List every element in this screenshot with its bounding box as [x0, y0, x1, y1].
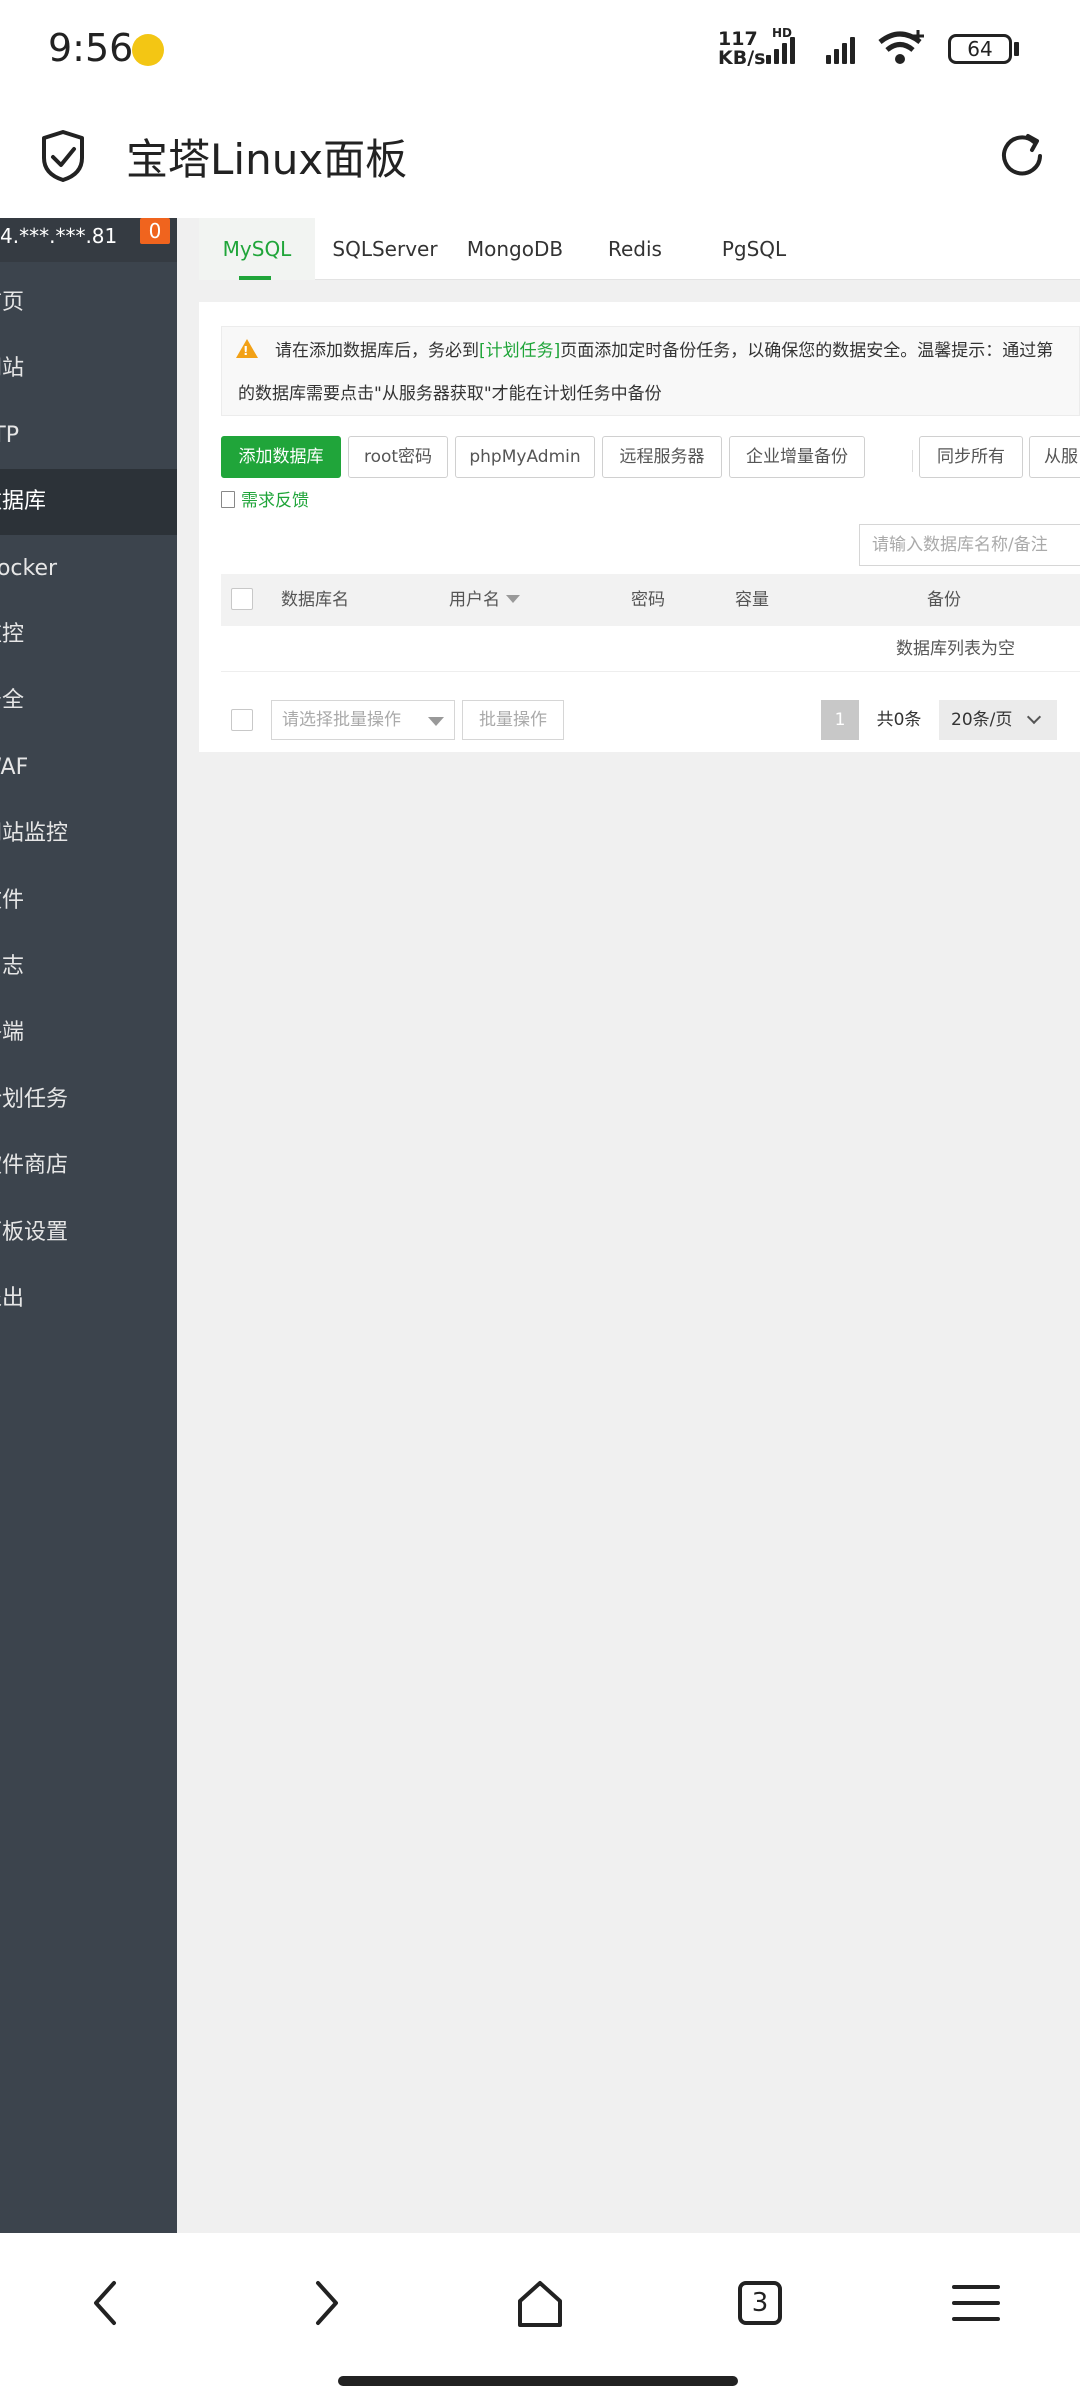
server-ip: 4.***.***.81: [0, 224, 118, 248]
network-type-label: HD: [772, 26, 793, 40]
edit-icon: [221, 491, 235, 508]
chevron-down-icon: [1026, 709, 1042, 725]
enterprise-backup-button[interactable]: 企业增量备份: [729, 436, 865, 478]
select-all-checkbox[interactable]: [231, 588, 253, 610]
sidebar-item-11[interactable]: 终端: [0, 1000, 177, 1066]
status-bar: 9:56 117 KB/s HD 64: [0, 0, 1080, 100]
sidebar-item-5[interactable]: 监控: [0, 602, 177, 668]
sidebar-item-13[interactable]: 软件商店: [0, 1133, 177, 1199]
table-empty-row: 数据库列表为空: [221, 626, 1080, 672]
column-capacity: 容量: [735, 590, 769, 610]
network-speed: 117 KB/s: [718, 30, 765, 68]
sidebar-item-0[interactable]: 首页: [0, 270, 177, 336]
sidebar-item-3[interactable]: 数据库: [0, 469, 177, 535]
tab-mongodb[interactable]: MongoDB: [453, 218, 577, 280]
column-username-label: 用户名: [449, 590, 500, 610]
main-content: MySQL SQLServer MongoDB Redis PgSQL ! 请在…: [177, 218, 1080, 2233]
batch-select-checkbox[interactable]: [231, 709, 253, 731]
net-speed-unit: KB/s: [718, 47, 766, 69]
batch-operation-select[interactable]: 请选择批量操作: [271, 700, 455, 740]
notice-line-2: 的数据库需要点击"从服务器获取"才能在计划任务中备份: [238, 384, 662, 404]
column-db-name: 数据库名: [281, 590, 349, 610]
notice-text-b: 页面添加定时备份任务，以确保您的数据安全。温馨提示：通过第: [560, 341, 1054, 361]
home-indicator[interactable]: [338, 2376, 738, 2386]
sidebar-item-8[interactable]: 网站监控: [0, 801, 177, 867]
tab-pgsql[interactable]: PgSQL: [699, 218, 809, 280]
feedback-link[interactable]: 需求反馈: [221, 486, 309, 511]
notification-badge[interactable]: 0: [140, 218, 170, 244]
toolbar-divider: [912, 450, 913, 472]
remote-server-button[interactable]: 远程服务器: [602, 436, 722, 478]
database-search-input[interactable]: 请输入数据库名称/备注: [859, 524, 1080, 566]
back-icon[interactable]: [68, 2263, 148, 2343]
notice-text-a: 请在添加数据库后，务必到: [275, 341, 479, 361]
column-username[interactable]: 用户名: [449, 574, 520, 626]
tabs-button[interactable]: 3: [720, 2263, 800, 2343]
forward-icon[interactable]: [284, 2263, 364, 2343]
total-count: 共0条: [859, 700, 939, 740]
sync-all-button[interactable]: 同步所有: [919, 436, 1023, 478]
get-from-server-button[interactable]: 从服: [1029, 436, 1080, 478]
server-info: 4.***.***.81 0: [0, 218, 177, 262]
column-backup: 备份: [927, 590, 961, 610]
phpmyadmin-button[interactable]: phpMyAdmin: [455, 436, 595, 478]
wifi-icon: [878, 30, 924, 64]
add-database-button[interactable]: 添加数据库: [221, 436, 341, 478]
empty-message: 数据库列表为空: [896, 639, 1015, 659]
battery-tip: [1014, 42, 1019, 56]
cron-task-link[interactable]: [计划任务]: [479, 341, 560, 361]
notification-emoji-icon: [132, 34, 164, 66]
sidebar-item-15[interactable]: 退出: [0, 1266, 177, 1332]
sidebar-item-1[interactable]: 网站: [0, 336, 177, 402]
tab-sqlserver[interactable]: SQLServer: [323, 218, 447, 280]
page-number-current[interactable]: 1: [821, 700, 859, 740]
sort-down-icon[interactable]: [506, 595, 520, 603]
status-time: 9:56: [48, 26, 134, 70]
battery-icon: 64: [948, 34, 1012, 64]
warning-mark: !: [243, 344, 249, 358]
sidebar-item-9[interactable]: 文件: [0, 868, 177, 934]
sidebar-item-4[interactable]: Docker: [0, 536, 177, 602]
sidebar-item-7[interactable]: WAF: [0, 735, 177, 801]
column-password: 密码: [631, 590, 665, 610]
menu-icon[interactable]: [936, 2263, 1016, 2343]
tab-mysql[interactable]: MySQL: [199, 218, 315, 280]
database-panel: ! 请在添加数据库后，务必到[计划任务]页面添加定时备份任务，以确保您的数据安全…: [199, 302, 1080, 752]
batch-select-placeholder: 请选择批量操作: [282, 710, 401, 730]
batch-operation-button[interactable]: 批量操作: [462, 700, 564, 740]
backup-notice: ! 请在添加数据库后，务必到[计划任务]页面添加定时备份任务，以确保您的数据安全…: [221, 326, 1080, 416]
feedback-label: 需求反馈: [241, 491, 309, 511]
database-tabs: MySQL SQLServer MongoDB Redis PgSQL: [199, 218, 1080, 280]
shield-check-icon[interactable]: [38, 128, 88, 184]
sidebar-menu: 4.***.***.81 0 首页网站FTP数据库Docker监控安全WAF网站…: [0, 218, 177, 1328]
page-size-label: 20条/页: [951, 710, 1013, 730]
app-title: 宝塔Linux面板: [126, 135, 408, 184]
root-password-button[interactable]: root密码: [348, 436, 448, 478]
sidebar-item-6[interactable]: 安全: [0, 668, 177, 734]
tab-redis[interactable]: Redis: [583, 218, 687, 280]
sidebar-item-14[interactable]: 面板设置: [0, 1200, 177, 1266]
sidebar-item-10[interactable]: 日志: [0, 934, 177, 1000]
tabs-count: 3: [738, 2281, 782, 2325]
page-size-select[interactable]: 20条/页: [939, 700, 1057, 740]
signal-1-icon: HD: [764, 26, 804, 64]
browser-bottom-nav: 3: [0, 2233, 1080, 2400]
refresh-icon[interactable]: [994, 128, 1050, 184]
sidebar-item-12[interactable]: 计划任务: [0, 1067, 177, 1133]
dropdown-caret-icon: [428, 717, 444, 726]
sidebar: 4.***.***.81 0 首页网站FTP数据库Docker监控安全WAF网站…: [0, 218, 177, 2233]
signal-2-icon: [824, 30, 864, 64]
notice-line-1: 请在添加数据库后，务必到[计划任务]页面添加定时备份任务，以确保您的数据安全。温…: [275, 336, 1053, 361]
table-header: 数据库名 用户名 密码 容量 备份: [221, 574, 1080, 626]
app-header: 宝塔Linux面板: [0, 100, 1080, 218]
sidebar-item-2[interactable]: FTP: [0, 403, 177, 469]
home-icon[interactable]: [500, 2263, 580, 2343]
